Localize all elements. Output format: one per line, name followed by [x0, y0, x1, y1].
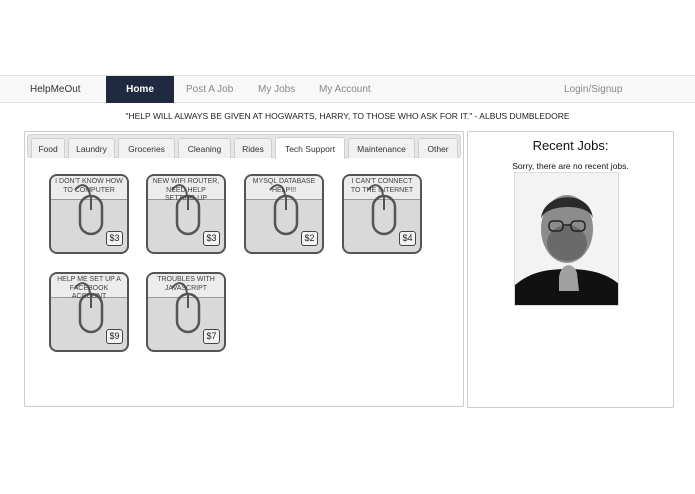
brand-logo[interactable]: HelpMeOut	[30, 76, 81, 103]
tab-other[interactable]: Other	[418, 138, 458, 158]
nav-my-jobs[interactable]: My Jobs	[258, 76, 295, 103]
tab-rides[interactable]: Rides	[234, 138, 272, 158]
price-badge: $3	[203, 231, 220, 246]
no-recent-jobs-message: Sorry, there are no recent jobs.	[512, 161, 629, 171]
nav-my-account[interactable]: My Account	[319, 76, 371, 103]
tab-cleaning[interactable]: Cleaning	[178, 138, 231, 158]
job-categories-panel: Food Laundry Groceries Cleaning Rides Te…	[24, 131, 464, 407]
nav-home[interactable]: Home	[106, 76, 174, 103]
price-badge: $4	[399, 231, 416, 246]
job-card[interactable]: NEW WIFI ROUTER, NEED HELP SETTING UP $3	[146, 174, 226, 254]
nav-login-signup[interactable]: Login/Signup	[564, 76, 622, 103]
job-title: NEW WIFI ROUTER, NEED HELP SETTING UP	[152, 178, 220, 202]
recent-jobs-title: Recent Jobs:	[532, 138, 609, 153]
job-card[interactable]: I CAN'T CONNECT TO THE INTERNET $4	[342, 174, 422, 254]
price-badge: $9	[106, 329, 123, 344]
job-title: I DON'T KNOW HOW TO COMPUTER	[55, 178, 123, 194]
portrait-photo	[514, 172, 619, 306]
job-card[interactable]: TROUBLES WITH JAVASCRIPT $7	[146, 272, 226, 352]
tab-food[interactable]: Food	[31, 138, 65, 158]
job-card[interactable]: I DON'T KNOW HOW TO COMPUTER $3	[49, 174, 129, 254]
nav-post-a-job[interactable]: Post A Job	[186, 76, 233, 103]
tab-tech-support[interactable]: Tech Support	[275, 137, 345, 159]
tab-groceries[interactable]: Groceries	[118, 138, 175, 158]
job-title: TROUBLES WITH JAVASCRIPT	[157, 276, 215, 292]
tab-maintenance[interactable]: Maintenance	[348, 138, 415, 158]
job-card[interactable]: MYSQL DATABASE HELP!!! $2	[244, 174, 324, 254]
tab-laundry[interactable]: Laundry	[68, 138, 115, 158]
top-navbar: HelpMeOut Home Post A Job My Jobs My Acc…	[0, 75, 695, 103]
dumbledore-quote: "HELP WILL ALWAYS BE GIVEN AT HOGWARTS, …	[125, 111, 570, 121]
category-tabs: Food Laundry Groceries Cleaning Rides Te…	[27, 134, 461, 159]
job-title: MYSQL DATABASE HELP!!!	[252, 178, 316, 194]
job-title: HELP ME SET UP A FACEBOOK ACCOUNT	[57, 276, 121, 300]
price-badge: $7	[203, 329, 220, 344]
recent-jobs-panel: Recent Jobs: Sorry, there are no recent …	[467, 131, 674, 408]
price-badge: $3	[106, 231, 123, 246]
job-title: I CAN'T CONNECT TO THE INTERNET	[350, 178, 414, 194]
price-badge: $2	[301, 231, 318, 246]
job-card[interactable]: HELP ME SET UP A FACEBOOK ACCOUNT $9	[49, 272, 129, 352]
